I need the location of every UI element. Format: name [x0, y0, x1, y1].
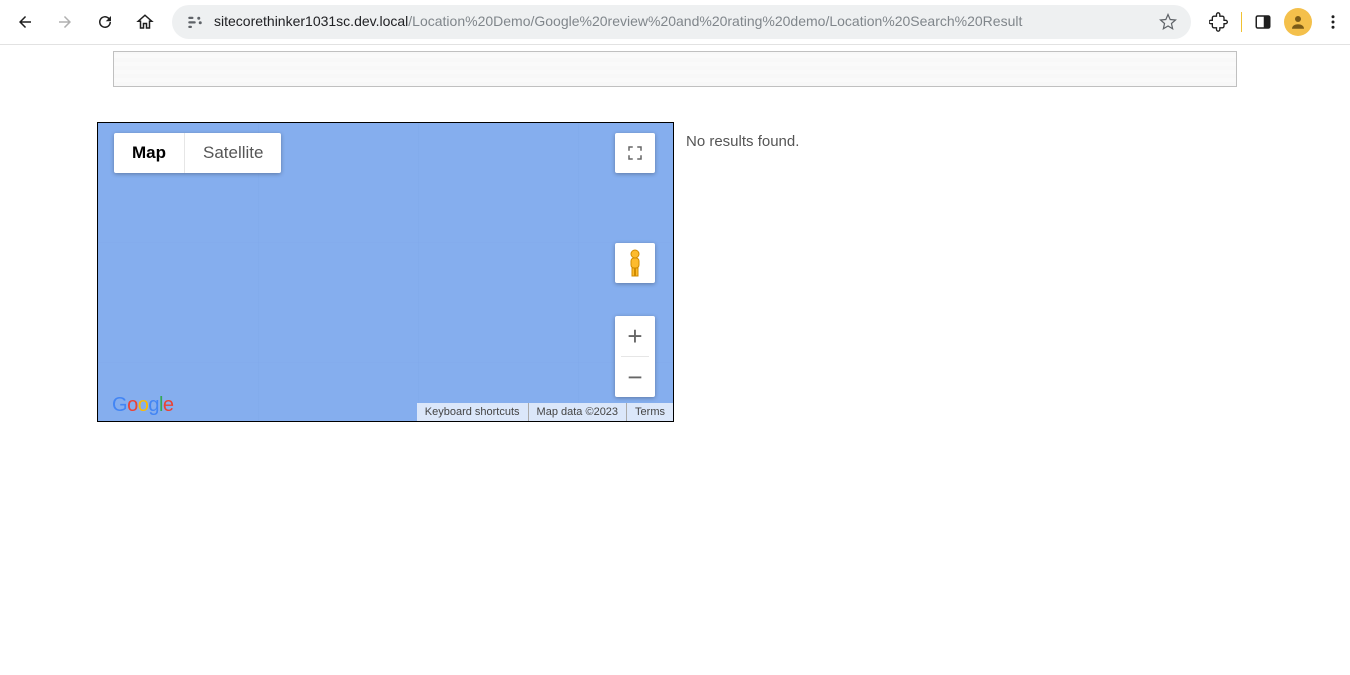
- forward-button[interactable]: [48, 5, 82, 39]
- results-empty-text: No results found.: [686, 133, 799, 150]
- divider: [1241, 12, 1242, 32]
- page-content: Map Satellite + − Google Keyboard shortc…: [0, 45, 1350, 422]
- reload-button[interactable]: [88, 5, 122, 39]
- google-logo: Google: [112, 394, 174, 417]
- content-row: Map Satellite + − Google Keyboard shortc…: [97, 122, 1350, 422]
- kebab-menu-icon[interactable]: [1324, 13, 1342, 31]
- fullscreen-icon: [626, 144, 644, 162]
- reload-icon: [96, 13, 114, 31]
- chrome-right-controls: [1201, 8, 1342, 36]
- map-data-text: Map data ©2023: [528, 403, 627, 421]
- map-type-control: Map Satellite: [114, 133, 281, 173]
- pegman-button[interactable]: [615, 243, 655, 283]
- url-text: sitecorethinker1031sc.dev.local/Location…: [214, 13, 1022, 31]
- pegman-icon: [623, 248, 647, 278]
- zoom-out-button[interactable]: −: [615, 357, 655, 397]
- zoom-control: + −: [615, 316, 655, 397]
- zoom-in-button[interactable]: +: [615, 316, 655, 356]
- side-panel-icon[interactable]: [1254, 13, 1272, 31]
- home-button[interactable]: [128, 5, 162, 39]
- google-map[interactable]: Map Satellite + − Google Keyboard shortc…: [97, 122, 674, 422]
- keyboard-shortcuts-link[interactable]: Keyboard shortcuts: [417, 403, 528, 421]
- extensions-icon[interactable]: [1209, 12, 1229, 32]
- url-domain: sitecorethinker1031sc.dev.local: [214, 13, 408, 29]
- browser-toolbar: sitecorethinker1031sc.dev.local/Location…: [0, 0, 1350, 44]
- search-placeholder-box: [113, 51, 1237, 87]
- map-footer: Keyboard shortcuts Map data ©2023 Terms: [417, 403, 673, 421]
- arrow-left-icon: [16, 13, 34, 31]
- fullscreen-button[interactable]: [615, 133, 655, 173]
- url-path: /Location%20Demo/Google%20review%20and%2…: [408, 13, 1022, 29]
- star-icon[interactable]: [1159, 13, 1177, 31]
- home-icon: [136, 13, 154, 31]
- profile-avatar[interactable]: [1284, 8, 1312, 36]
- person-icon: [1289, 13, 1307, 31]
- arrow-right-icon: [56, 13, 74, 31]
- terms-link[interactable]: Terms: [626, 403, 673, 421]
- map-type-satellite-button[interactable]: Satellite: [184, 133, 281, 173]
- site-settings-icon: [186, 13, 204, 31]
- address-bar[interactable]: sitecorethinker1031sc.dev.local/Location…: [172, 5, 1191, 39]
- map-type-map-button[interactable]: Map: [114, 133, 184, 173]
- back-button[interactable]: [8, 5, 42, 39]
